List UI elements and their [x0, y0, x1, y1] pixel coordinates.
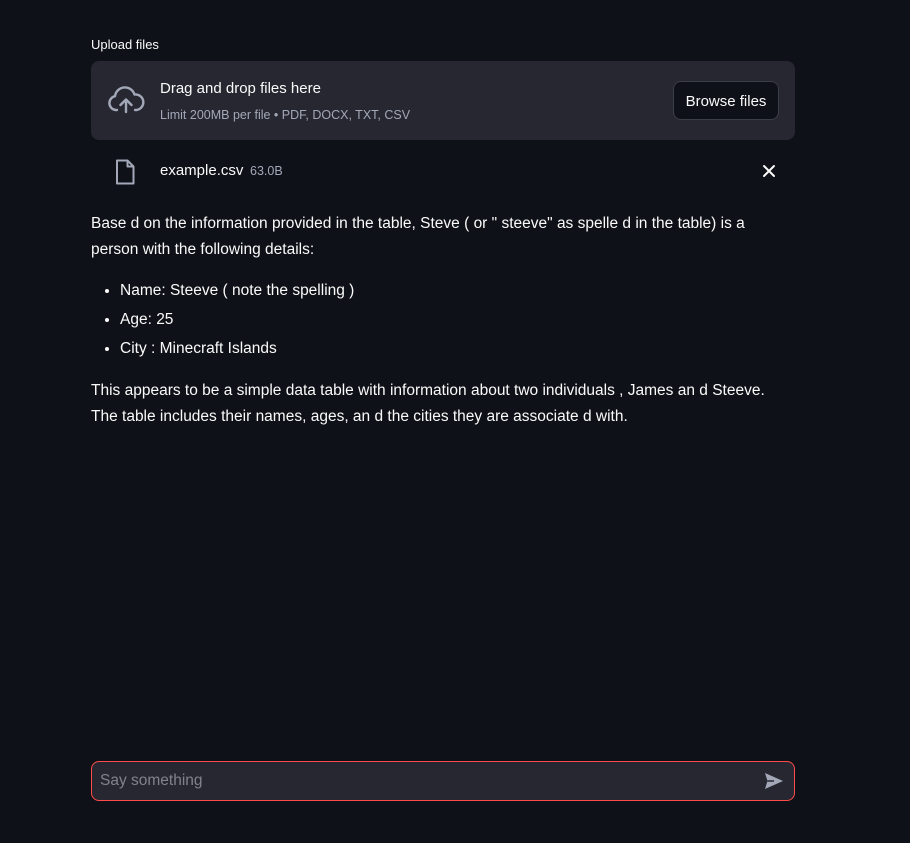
response-intro: Base d on the information provided in th…: [91, 215, 745, 258]
file-dropzone[interactable]: Drag and drop files here Limit 200MB per…: [91, 61, 795, 140]
chat-input[interactable]: [100, 762, 750, 800]
close-icon[interactable]: [761, 163, 777, 179]
chat-input-box[interactable]: [91, 761, 795, 801]
dropzone-limit-text: Limit 200MB per file • PDF, DOCX, TXT, C…: [160, 108, 411, 122]
cloud-upload-icon: [107, 85, 145, 115]
list-item: Age: 25: [120, 307, 795, 333]
file-size: 63.0B: [250, 164, 283, 178]
dropzone-title: Drag and drop files here: [160, 80, 321, 97]
file-name: example.csv: [160, 162, 244, 179]
list-item: City : Minecraft Islands: [120, 336, 795, 362]
assistant-response: Base d on the information provided in th…: [91, 211, 795, 430]
browse-files-button[interactable]: Browse files: [673, 81, 779, 120]
response-summary: This appears to be a simple data table w…: [91, 382, 765, 425]
list-item: Name: Steeve ( note the spelling ): [120, 278, 795, 304]
uploader-label: Upload files: [91, 37, 159, 52]
main-content: Upload files Drag and drop files here Li…: [91, 0, 795, 843]
file-icon: [115, 159, 135, 185]
uploaded-file-row: example.csv 63.0B: [91, 152, 795, 192]
send-icon[interactable]: [764, 772, 784, 790]
details-list: Name: Steeve ( note the spelling ) Age: …: [91, 278, 795, 362]
